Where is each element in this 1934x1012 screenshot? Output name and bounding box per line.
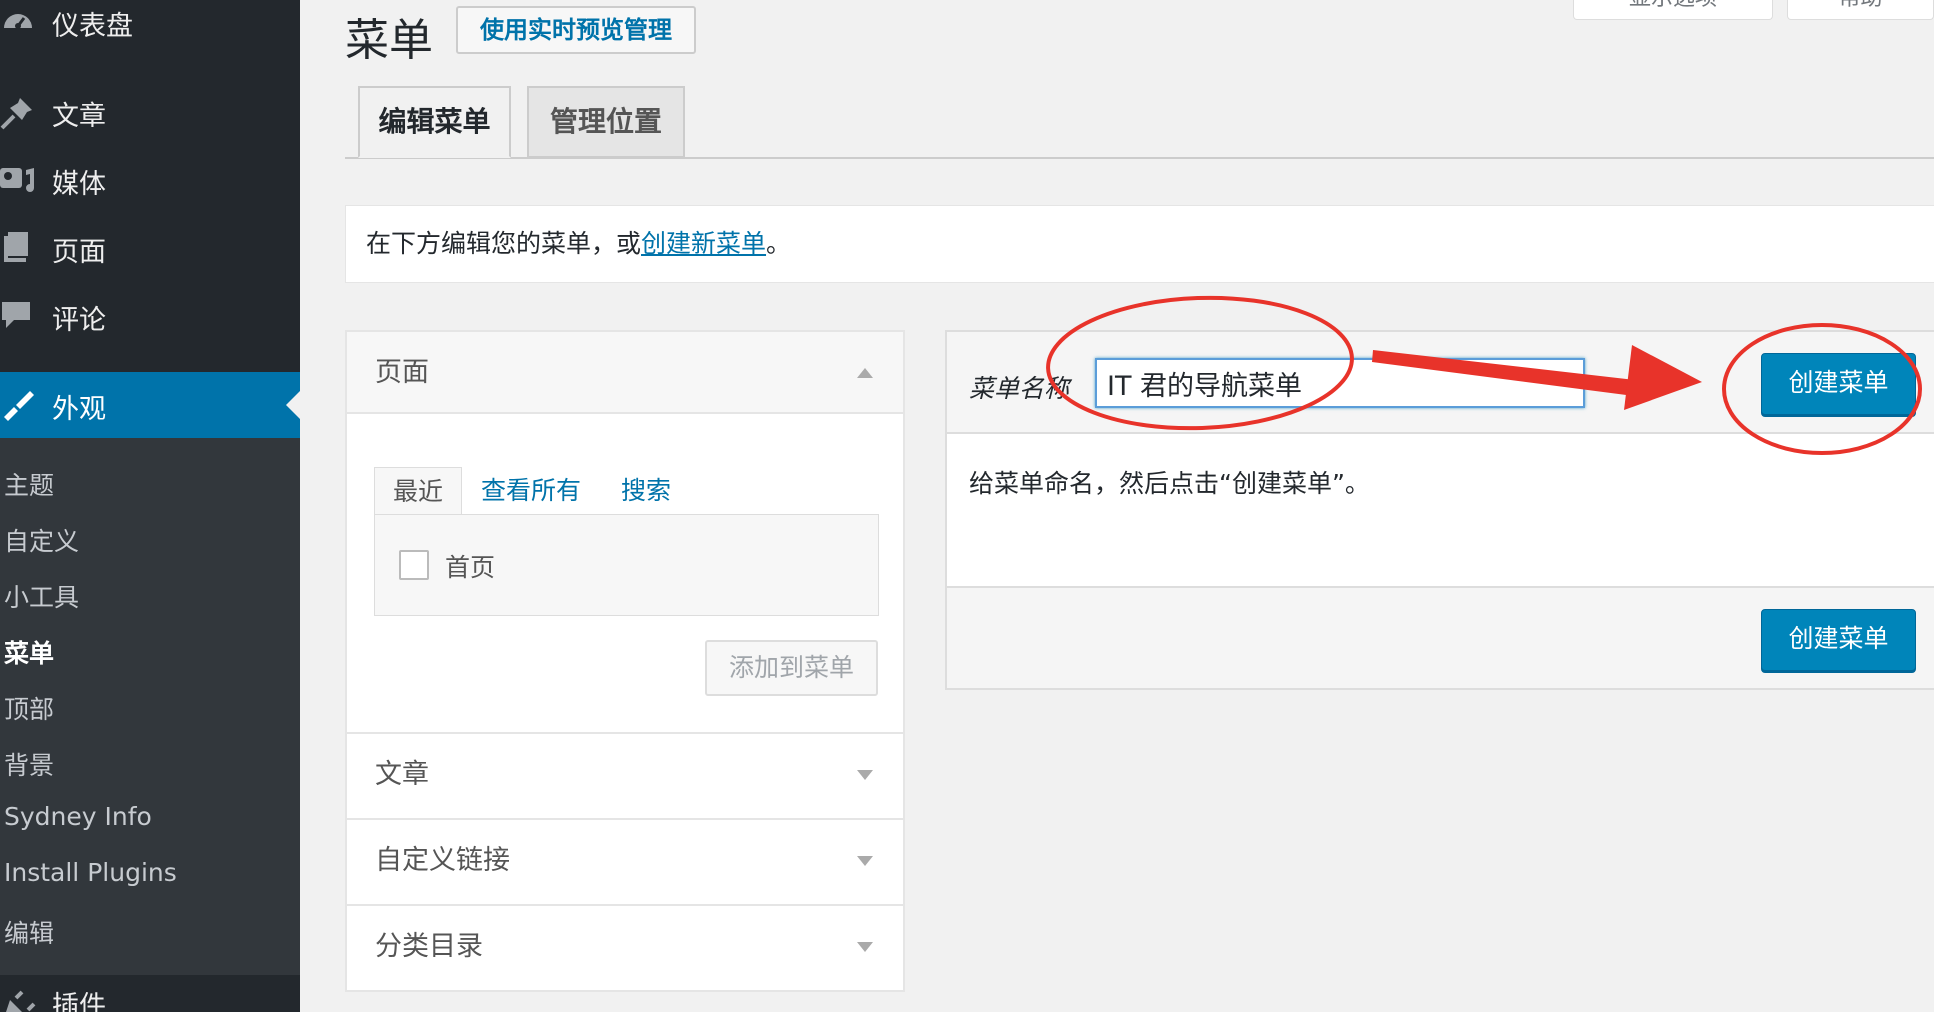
- help-button[interactable]: 帮助: [1787, 0, 1934, 20]
- home-page-label[interactable]: 首页: [445, 548, 495, 584]
- accordion-title: 自定义链接: [375, 845, 510, 876]
- sidebar-item-label: 媒体: [52, 169, 106, 200]
- notice-text-end: 。: [766, 229, 792, 258]
- create-new-menu-link[interactable]: 创建新菜单: [641, 229, 766, 258]
- menu-notice: 在下方编辑您的菜单，或创建新菜单。: [345, 205, 1934, 283]
- menu-editor-footer: 创建菜单: [945, 586, 1934, 690]
- menu-editor-header: 菜单名称 创建菜单: [945, 330, 1934, 434]
- page-title: 菜单: [345, 15, 433, 66]
- tab-search[interactable]: 搜索: [621, 467, 671, 515]
- tab-edit-menus[interactable]: 编辑菜单: [358, 86, 511, 158]
- accordion-section-posts[interactable]: 文章: [345, 732, 905, 820]
- menu-name-input[interactable]: [1095, 358, 1585, 408]
- appearance-submenu: 主题 自定义 小工具 菜单 顶部 背景 Sydney Info Install …: [0, 438, 300, 975]
- caret-down-icon: [857, 856, 873, 866]
- submenu-item-themes[interactable]: 主题: [4, 466, 54, 502]
- accordion-title: 分类目录: [375, 931, 483, 962]
- submenu-item-customize[interactable]: 自定义: [4, 522, 79, 558]
- sidebar-item-label: 外观: [52, 394, 106, 425]
- pushpin-icon: [0, 98, 32, 130]
- active-indicator-arrow: [286, 391, 300, 419]
- create-menu-button-bottom[interactable]: 创建菜单: [1761, 609, 1916, 671]
- screen-options-button[interactable]: 显示选项: [1573, 0, 1773, 20]
- sidebar-item-media[interactable]: 媒体: [0, 160, 300, 200]
- comments-icon: [2, 302, 30, 328]
- accordion-section-categories[interactable]: 分类目录: [345, 904, 905, 992]
- notice-text: 在下方编辑您的菜单，或: [366, 229, 642, 258]
- submenu-item-header[interactable]: 顶部: [4, 690, 54, 726]
- add-menu-items-accordion: 页面 最近 查看所有 搜索 首页 添加到菜单 文章 自定义链接 分类目录: [345, 330, 905, 992]
- submenu-item-menus[interactable]: 菜单: [4, 634, 54, 670]
- menu-editor-panel: 菜单名称 创建菜单 给菜单命名，然后点击“创建菜单”。 创建菜单: [945, 330, 1934, 690]
- caret-down-icon: [857, 770, 873, 780]
- appearance-brush-icon: [4, 391, 34, 421]
- submenu-item-editor[interactable]: 编辑: [4, 914, 54, 950]
- sidebar-item-label: 仪表盘: [52, 11, 133, 42]
- media-icon: [0, 168, 34, 192]
- add-to-menu-button[interactable]: 添加到菜单: [705, 640, 878, 696]
- sidebar-item-comments[interactable]: 评论: [0, 296, 300, 336]
- manage-with-live-preview-button[interactable]: 使用实时预览管理: [456, 6, 696, 54]
- sidebar-item-posts[interactable]: 文章: [0, 92, 300, 132]
- sidebar-item-dashboard[interactable]: 仪表盘: [0, 2, 300, 42]
- submenu-item-background[interactable]: 背景: [4, 746, 54, 782]
- menu-editor-body: 给菜单命名，然后点击“创建菜单”。: [945, 434, 1934, 586]
- accordion-header-posts[interactable]: 文章: [347, 734, 903, 816]
- admin-sidebar: 仪表盘 文章 媒体 页面 评论 外观 主题 自定义 小工具 菜单 顶部 背景 S…: [0, 0, 300, 1012]
- create-menu-button[interactable]: 创建菜单: [1761, 353, 1916, 415]
- tab-recent[interactable]: 最近: [374, 467, 462, 515]
- pages-tabs: 最近 查看所有 搜索 首页: [374, 467, 879, 617]
- accordion-section-pages: 页面 最近 查看所有 搜索 首页 添加到菜单: [345, 330, 905, 734]
- home-page-checkbox[interactable]: [399, 550, 429, 580]
- accordion-header-custom-links[interactable]: 自定义链接: [347, 820, 903, 902]
- pages-icon: [4, 232, 28, 262]
- dashboard-icon: [4, 14, 32, 29]
- accordion-header-categories[interactable]: 分类目录: [347, 906, 903, 988]
- menu-name-label: 菜单名称: [969, 374, 1070, 403]
- submenu-item-sydney-info[interactable]: Sydney Info: [4, 802, 152, 831]
- plugins-icon: [6, 990, 36, 1012]
- accordion-title: 页面: [375, 357, 429, 388]
- accordion-section-custom-links[interactable]: 自定义链接: [345, 818, 905, 906]
- submenu-item-widgets[interactable]: 小工具: [4, 578, 79, 614]
- menu-editor-hint: 给菜单命名，然后点击“创建菜单”。: [969, 469, 1370, 498]
- accordion-title: 文章: [375, 759, 429, 790]
- tab-view-all[interactable]: 查看所有: [481, 467, 581, 515]
- tab-manage-locations[interactable]: 管理位置: [527, 86, 685, 158]
- accordion-header-pages[interactable]: 页面: [347, 332, 903, 414]
- submenu-item-install-plugins[interactable]: Install Plugins: [4, 858, 177, 887]
- caret-up-icon: [857, 368, 873, 378]
- sidebar-item-appearance[interactable]: 外观: [0, 372, 300, 438]
- sidebar-item-label: 页面: [52, 237, 106, 268]
- sidebar-item-label: 插件: [52, 991, 106, 1012]
- sidebar-item-plugins[interactable]: 插件: [0, 986, 300, 1012]
- sidebar-item-label: 评论: [52, 305, 106, 336]
- sidebar-item-pages[interactable]: 页面: [0, 228, 300, 268]
- caret-down-icon: [857, 942, 873, 952]
- sidebar-item-label: 文章: [52, 101, 106, 132]
- pages-list-panel: 首页: [374, 514, 879, 616]
